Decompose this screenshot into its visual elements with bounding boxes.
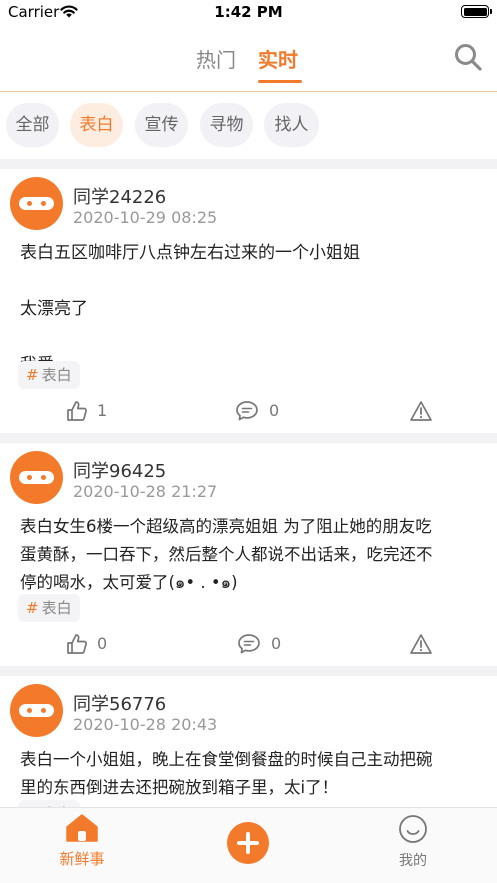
home-icon [66, 814, 98, 842]
post-content: 表白一个小姐姐，晚上在食堂倒餐盘的时候自己主动把碗 里的东西倒进去还把碗放到箱子… [20, 750, 433, 797]
smiley-icon [399, 815, 427, 843]
comment-count: 0 [269, 401, 280, 420]
post-card[interactable]: 同学96425 2020-10-28 21:27 表白女生6楼一个超级高的漂亮姐… [0, 443, 497, 667]
chip-promotion[interactable]: 宣传 [135, 103, 188, 147]
divider [0, 433, 497, 443]
hash-icon: # [26, 366, 39, 384]
bottom-tab-bar: 新鲜事 我的 [0, 807, 497, 883]
tab-home[interactable]: 新鲜事 [52, 814, 112, 869]
post-username[interactable]: 同学24226 [73, 183, 166, 209]
post-time: 2020-10-28 20:43 [73, 715, 218, 734]
post-tag[interactable]: #表白 [18, 361, 80, 389]
chip-all[interactable]: 全部 [6, 103, 59, 147]
comment-button[interactable]: 0 [237, 633, 287, 659]
report-button[interactable] [409, 633, 433, 659]
category-filter-bar: 全部 表白 宣传 寻物 找人 [0, 100, 497, 152]
chip-confession[interactable]: 表白 [70, 103, 123, 147]
post-tag[interactable]: #表白 [18, 594, 80, 622]
avatar[interactable] [10, 451, 63, 504]
post-card[interactable]: 同学24226 2020-10-29 08:25 表白五区咖啡厅八点钟左右过来的… [0, 169, 497, 433]
comment-count: 0 [271, 634, 282, 653]
hash-icon: # [26, 599, 39, 617]
post-content: 表白女生6楼一个超级高的漂亮姐姐 为了阻止她的朋友吃 蛋黄酥，一口吞下，然后整个… [20, 517, 433, 592]
divider [0, 159, 497, 169]
add-icon[interactable] [227, 822, 269, 864]
post-tag-label: 表白 [41, 366, 72, 384]
post-time: 2020-10-29 08:25 [73, 208, 218, 227]
post-tag[interactable]: #表白 [18, 800, 80, 807]
comment-icon [236, 401, 258, 421]
divider [0, 666, 497, 676]
clock: 1:42 PM [214, 3, 283, 21]
search-icon[interactable] [453, 42, 483, 72]
report-button[interactable] [409, 400, 433, 426]
chip-find-person[interactable]: 找人 [264, 103, 319, 147]
tab-profile[interactable]: 我的 [385, 814, 441, 870]
like-button[interactable]: 1 [66, 400, 116, 426]
like-count: 1 [97, 401, 108, 420]
tab-home-label: 新鲜事 [59, 850, 105, 868]
active-tab-indicator [258, 80, 302, 83]
like-button[interactable]: 0 [66, 633, 116, 659]
post-username[interactable]: 同学56776 [73, 690, 166, 716]
avatar[interactable] [10, 684, 63, 737]
like-icon [67, 401, 87, 421]
tab-hot[interactable]: 热门 [196, 44, 236, 73]
comment-icon [238, 634, 260, 654]
report-icon [410, 401, 432, 421]
comment-button[interactable]: 0 [235, 400, 285, 426]
report-icon [410, 634, 432, 654]
top-nav: 热门 实时 [0, 26, 497, 92]
post-username[interactable]: 同学96425 [73, 457, 166, 483]
avatar[interactable] [10, 177, 63, 230]
tab-live[interactable]: 实时 [258, 44, 298, 73]
chip-lost-found[interactable]: 寻物 [200, 103, 253, 147]
like-icon [67, 634, 87, 654]
post-card[interactable]: 同学56776 2020-10-28 20:43 表白一个小姐姐，晚上在食堂倒餐… [0, 676, 497, 807]
post-tag-label: 表白 [41, 599, 72, 617]
status-bar: Carrier 1:42 PM [0, 0, 497, 26]
post-time: 2020-10-28 21:27 [73, 482, 218, 501]
tab-profile-label: 我的 [399, 853, 427, 869]
battery-icon [461, 5, 492, 18]
post-content: 表白五区咖啡厅八点钟左右过来的一个小姐姐 太漂亮了 我爱 [20, 243, 360, 375]
like-count: 0 [97, 634, 108, 653]
